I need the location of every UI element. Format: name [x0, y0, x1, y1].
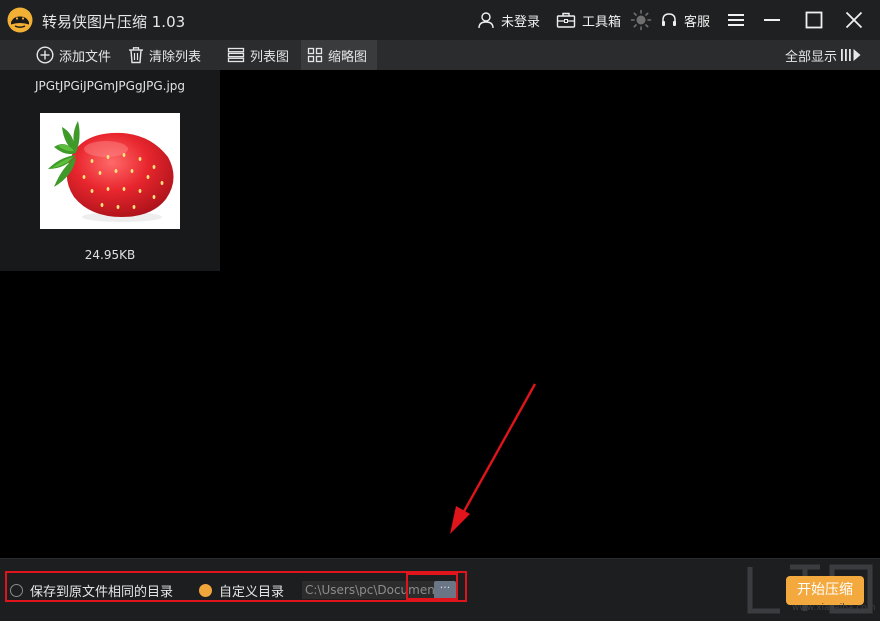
user-icon	[478, 12, 494, 29]
start-compress-button[interactable]: 开始压缩	[786, 576, 864, 605]
app-logo-icon	[7, 7, 33, 33]
output-settings-bar: 保存到原文件相同的目录 自定义目录 ··· 开始压缩	[0, 558, 880, 621]
clear-list-label: 清除列表	[149, 49, 202, 65]
toolbox-button[interactable]: 工具箱	[556, 0, 621, 40]
save-to-original-dir-option[interactable]: 保存到原文件相同的目录	[10, 581, 173, 600]
menu-button[interactable]	[722, 6, 750, 34]
clear-list-button[interactable]: 清除列表	[128, 40, 201, 70]
strawberry-image	[40, 113, 180, 229]
title-bar: 转易侠图片压缩 1.03 未登录 工具箱 客服	[0, 0, 880, 40]
list-view-icon	[227, 47, 245, 63]
close-icon	[845, 11, 863, 29]
file-name: JPGtJPGiJPGmJPGgJPG.jpg	[34, 79, 186, 93]
login-button[interactable]: 未登录	[477, 0, 540, 40]
add-file-label: 添加文件	[59, 49, 112, 65]
maximize-button[interactable]	[800, 6, 828, 34]
toolbox-icon	[556, 12, 576, 28]
app-title: 转易侠图片压缩 1.03	[42, 13, 186, 31]
show-all-label: 全部显示	[785, 49, 838, 65]
close-button[interactable]	[840, 6, 868, 34]
minimize-icon	[764, 19, 780, 21]
file-card[interactable]: JPGtJPGiJPGmJPGgJPG.jpg 24.95KB	[0, 70, 220, 271]
thumbnail-view-label: 缩略图	[328, 49, 368, 65]
brightness-icon	[630, 9, 652, 31]
thumbnail-view-button[interactable]: 缩略图	[301, 40, 377, 70]
service-label: 客服	[684, 14, 711, 30]
list-view-label: 列表图	[250, 49, 290, 65]
minimize-button[interactable]	[758, 6, 786, 34]
login-label: 未登录	[501, 14, 541, 30]
grid-view-icon	[307, 47, 323, 63]
customer-service-button[interactable]: 客服	[660, 0, 710, 40]
toolbox-label: 工具箱	[582, 14, 622, 30]
custom-dir-option[interactable]: 自定义目录	[199, 581, 284, 600]
file-thumbnail-area: JPGtJPGiJPGmJPGgJPG.jpg 24.95KB	[0, 70, 880, 558]
theme-toggle-button[interactable]	[627, 6, 655, 34]
radio-unchecked-icon	[10, 584, 23, 597]
headset-icon	[662, 13, 676, 26]
add-circle-icon	[36, 46, 54, 64]
expand-arrow-icon	[841, 49, 861, 61]
toolbar: 添加文件 清除列表 列表图 缩略图 全部显示	[0, 40, 880, 70]
maximize-icon	[805, 11, 823, 29]
list-view-button[interactable]: 列表图	[223, 40, 293, 70]
custom-dir-label: 自定义目录	[219, 585, 285, 600]
menu-icon	[728, 14, 744, 26]
file-thumbnail	[40, 113, 180, 229]
output-path-field[interactable]	[302, 581, 436, 599]
browse-button[interactable]: ···	[434, 581, 456, 599]
save-to-original-dir-label: 保存到原文件相同的目录	[30, 585, 174, 600]
radio-checked-icon	[199, 584, 212, 597]
file-size: 24.95KB	[84, 248, 136, 262]
show-all-button[interactable]: 全部显示	[785, 40, 862, 70]
trash-icon	[129, 47, 143, 64]
add-file-button[interactable]: 添加文件	[36, 40, 111, 70]
